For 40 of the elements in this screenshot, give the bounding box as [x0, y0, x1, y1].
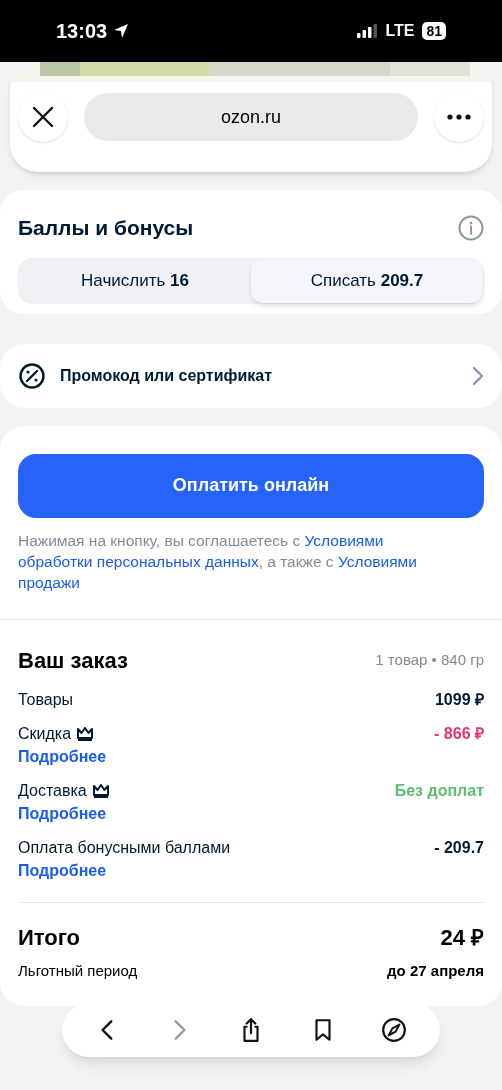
order-title: Ваш заказ [18, 646, 128, 675]
row-value: Без доплат [394, 780, 484, 801]
clock-time: 13:03 [56, 19, 108, 44]
location-arrow-icon [113, 23, 130, 39]
details-link[interactable]: Подробнее [18, 859, 231, 882]
row-value: 1099 ₽ [434, 689, 484, 710]
promo-label: Промокод или сертификат [60, 365, 274, 386]
row-label: Доставка [18, 780, 87, 801]
signal-icon [357, 24, 378, 38]
network-label: LTE [385, 21, 415, 41]
segment-tab[interactable]: Начислить 16 [19, 258, 251, 303]
terms-link[interactable]: Условиями [304, 531, 384, 549]
percent-icon [18, 361, 46, 390]
chevron-right-icon [472, 365, 484, 386]
info-icon [458, 214, 484, 241]
row-value: - 209.7 [434, 837, 484, 858]
details-link[interactable]: Подробнее [18, 802, 109, 825]
total-label: Итого [18, 923, 81, 952]
row-label: Скидка [18, 723, 72, 744]
address-bar[interactable]: ozon.ru [84, 93, 418, 141]
row-label: Оплата бонусными баллами [18, 837, 231, 858]
terms-text: Нажимая на кнопку, вы соглашаетесь с Условиями обработки персональных данных, а также с Условиями продажи [18, 530, 418, 593]
terms-link[interactable]: продажи [18, 573, 80, 591]
period-value: до 27 апреля [387, 960, 484, 981]
segment-tab[interactable]: Списать 209.7 [251, 258, 483, 303]
section-title: Баллы и бонусы [18, 215, 194, 241]
details-link[interactable]: Подробнее [18, 745, 107, 768]
total-value: 24 ₽ [440, 923, 484, 952]
terms-link[interactable]: обработки персональных данных [18, 552, 259, 570]
more-icon [447, 114, 471, 120]
promo-row[interactable]: Промокод или сертификат [0, 343, 502, 408]
battery-level: 81 [422, 22, 446, 40]
pay-button[interactable]: Оплатить онлайн [18, 453, 484, 518]
order-summary: 1 товар • 840 гр [375, 649, 484, 670]
close-icon [32, 106, 54, 128]
period-label: Льготный период [18, 960, 138, 981]
row-label: Товары [18, 689, 74, 710]
terms-link[interactable]: Условиями [337, 552, 417, 570]
row-value: - 866 ₽ [434, 723, 484, 744]
compass-icon [381, 1017, 408, 1043]
